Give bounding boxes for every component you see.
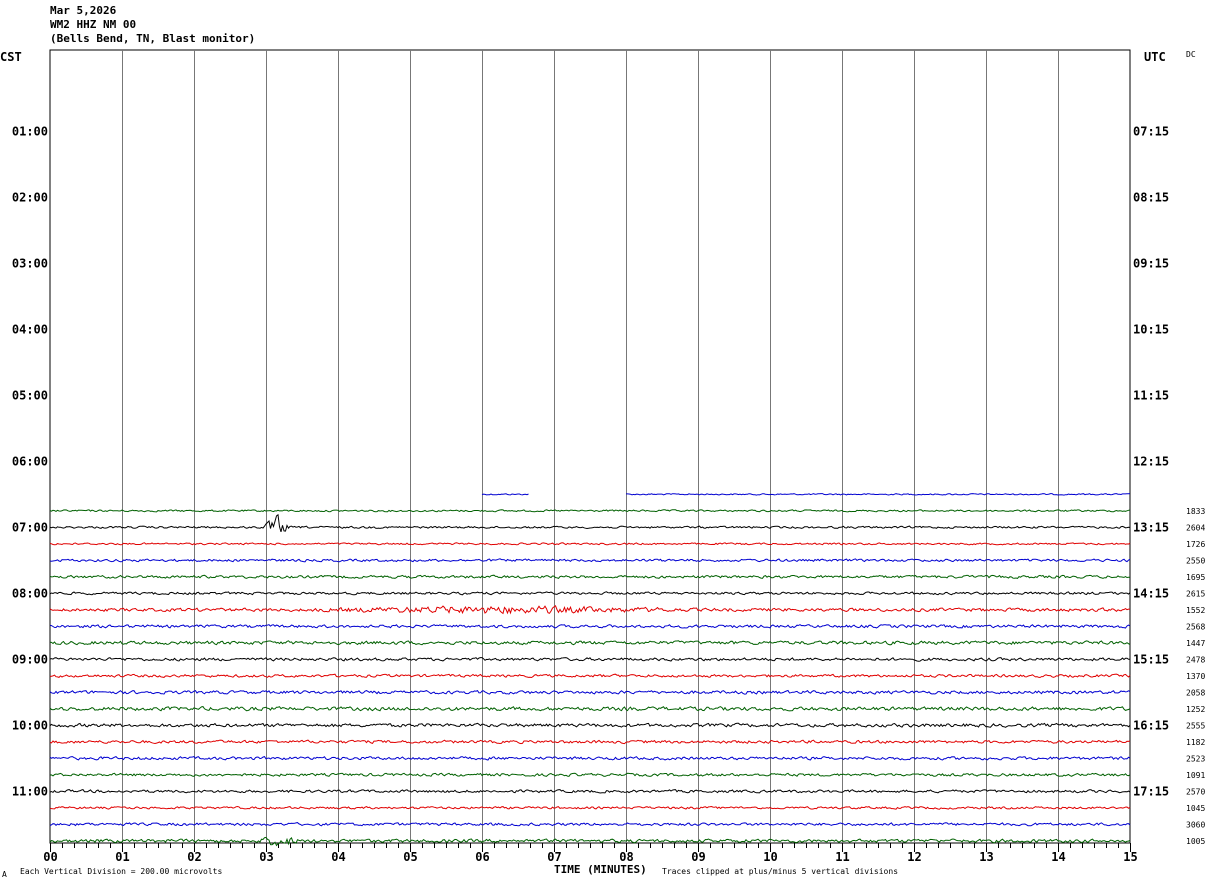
right-hour-label: 11:15 <box>1133 388 1169 402</box>
trace-value-label: 1833 <box>1186 507 1205 516</box>
seismic-trace <box>49 591 1131 596</box>
trace-value-label: 2604 <box>1186 523 1205 532</box>
seismic-trace <box>49 542 1131 546</box>
x-tick-label: 10 <box>763 850 777 864</box>
x-tick-label: 02 <box>187 850 201 864</box>
seismic-trace <box>49 789 1131 794</box>
x-tick-label: 09 <box>691 850 705 864</box>
trace-value-label: 2523 <box>1186 754 1205 763</box>
seismic-trace <box>49 509 1131 513</box>
trace-value-label: 2555 <box>1186 721 1205 730</box>
trace-value-label: 1045 <box>1186 804 1205 813</box>
x-tick-label: 14 <box>1051 850 1065 864</box>
trace-value-label: 2058 <box>1186 688 1205 697</box>
seismic-trace <box>49 657 1130 662</box>
trace-value-label: 2478 <box>1186 655 1205 664</box>
seismic-trace <box>49 706 1131 712</box>
trace-value-label: 1447 <box>1186 639 1205 648</box>
seismic-trace <box>49 689 1131 695</box>
x-tick-label: 13 <box>979 850 993 864</box>
seismic-trace <box>49 605 1130 615</box>
right-hour-label: 16:15 <box>1133 718 1169 732</box>
seismic-trace <box>49 822 1131 827</box>
seismic-trace <box>49 756 1131 761</box>
trace-value-label: 2615 <box>1186 589 1205 598</box>
left-hour-label: 03:00 <box>12 256 48 270</box>
x-tick-label: 01 <box>115 850 129 864</box>
right-hour-label: 08:15 <box>1133 190 1169 204</box>
x-axis-title: TIME (MINUTES) <box>554 863 647 876</box>
clip-note: Traces clipped at plus/minus 5 vertical … <box>662 867 899 876</box>
x-tick-label: 11 <box>835 850 849 864</box>
left-hour-label: 09:00 <box>12 652 48 666</box>
right-hour-label: 15:15 <box>1133 652 1169 666</box>
trace-value-label: 1726 <box>1186 540 1205 549</box>
seismic-trace <box>49 624 1131 629</box>
x-tick-label: 04 <box>331 850 345 864</box>
left-hour-label: 08:00 <box>12 586 48 600</box>
trace-value-label: 2568 <box>1186 622 1205 631</box>
x-tick-label: 07 <box>547 850 561 864</box>
left-hour-label: 06:00 <box>12 454 48 468</box>
left-hour-label: 05:00 <box>12 388 48 402</box>
x-tick-label: 03 <box>259 850 273 864</box>
seismic-trace <box>49 513 1131 533</box>
seismic-trace <box>49 805 1131 810</box>
x-tick-label: 15 <box>1123 850 1137 864</box>
trace-value-label: 1005 <box>1186 837 1205 846</box>
seismic-trace <box>49 722 1131 728</box>
seismic-trace <box>49 739 1131 745</box>
logo-mark: A <box>2 870 7 879</box>
trace-value-label: 3060 <box>1186 820 1205 829</box>
x-tick-label: 08 <box>619 850 633 864</box>
x-tick-label: 06 <box>475 850 489 864</box>
right-hour-label: 13:15 <box>1133 520 1169 534</box>
trace-value-label: 1370 <box>1186 672 1205 681</box>
right-hour-label: 09:15 <box>1133 256 1169 270</box>
left-hour-label: 04:00 <box>12 322 48 336</box>
right-hour-label: 12:15 <box>1133 454 1169 468</box>
right-hour-label: 14:15 <box>1133 586 1169 600</box>
scale-note: Each Vertical Division = 200.00 microvol… <box>20 867 223 876</box>
trace-value-label: 1182 <box>1186 738 1205 747</box>
trace-value-label: 2570 <box>1186 787 1205 796</box>
trace-value-label: 1552 <box>1186 606 1205 615</box>
left-hour-label: 02:00 <box>12 190 48 204</box>
x-tick-label: 00 <box>43 850 57 864</box>
seismic-trace <box>49 640 1131 646</box>
seismic-trace <box>49 772 1131 777</box>
trace-value-label: 1695 <box>1186 573 1205 582</box>
trace-value-label: 1252 <box>1186 705 1205 714</box>
seismic-trace <box>49 673 1131 679</box>
left-hour-label: 10:00 <box>12 718 48 732</box>
left-hour-label: 11:00 <box>12 784 48 798</box>
x-tick-label: 05 <box>403 850 417 864</box>
seismic-trace <box>626 493 1131 496</box>
left-hour-label: 07:00 <box>12 520 48 534</box>
seismic-trace <box>49 574 1130 579</box>
left-hour-label: 01:00 <box>12 124 48 138</box>
right-hour-label: 07:15 <box>1133 124 1169 138</box>
x-tick-label: 12 <box>907 850 921 864</box>
seismic-trace <box>49 558 1131 563</box>
right-hour-label: 17:15 <box>1133 784 1169 798</box>
seismic-trace <box>481 493 529 496</box>
seismogram-plot: 00 01 02 03 04 05 06 07 08 09 10 11 12 13 14 15 01:00 02:… <box>12 49 1205 864</box>
trace-value-label: 1091 <box>1186 771 1205 780</box>
right-hour-label: 10:15 <box>1133 322 1169 336</box>
trace-value-label: 2550 <box>1186 556 1205 565</box>
